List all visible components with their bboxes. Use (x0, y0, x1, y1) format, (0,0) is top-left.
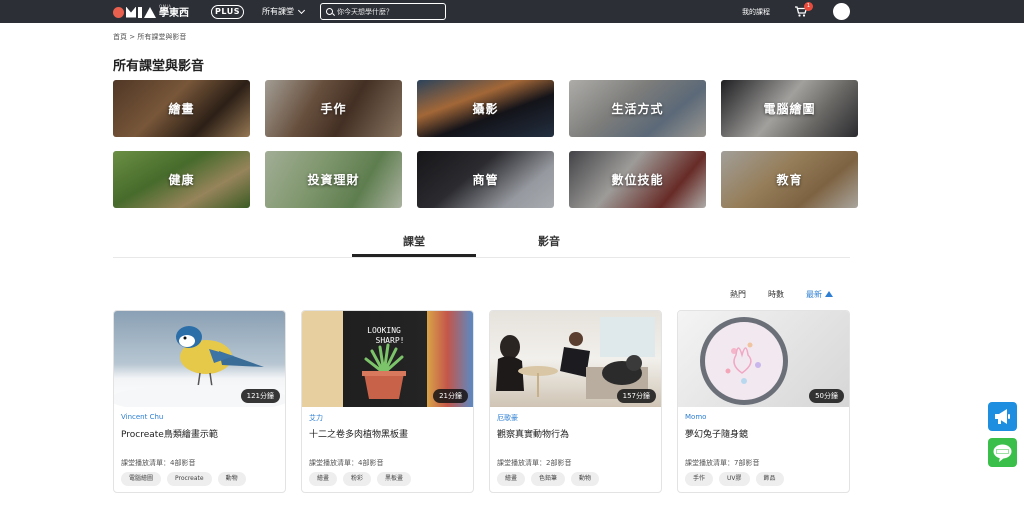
teacher-name[interactable]: 厄歌豪 (497, 413, 518, 423)
cart-count-badge: 1 (804, 2, 813, 11)
category-label: 攝影 (472, 102, 499, 116)
logo-text: OMIA 學東西 (159, 5, 189, 19)
category-digital-art[interactable]: 電腦繪圖 (721, 80, 858, 137)
logo-mark-a (144, 6, 156, 18)
tag[interactable]: UV膠 (719, 472, 750, 486)
logo-mark-o (113, 6, 124, 18)
teacher-name[interactable]: Momo (685, 413, 706, 421)
category-label: 手作 (320, 102, 347, 116)
tag[interactable]: 動物 (571, 472, 600, 486)
sort-ascending-icon[interactable] (825, 291, 833, 297)
category-label: 電腦繪圖 (763, 102, 816, 116)
tab-divider (113, 257, 850, 258)
tab-classes[interactable]: 課堂 (352, 233, 476, 249)
search-input[interactable] (337, 7, 442, 16)
course-thumbnail-chalkboard[interactable]: LOOKING SHARP! 21分鐘 (302, 311, 473, 407)
duration-badge: 121分鐘 (240, 389, 280, 403)
search-icon (326, 8, 333, 15)
line-chat-button[interactable] (988, 438, 1017, 467)
tag[interactable]: Procreate (167, 472, 212, 486)
course-card[interactable]: LOOKING SHARP! 21分鐘 艾力 十二之卷多肉植物黑板畫 課堂播放清… (301, 310, 474, 493)
tab-videos[interactable]: 影音 (487, 233, 611, 249)
category-label: 健康 (168, 173, 195, 187)
category-health[interactable]: 健康 (113, 151, 250, 208)
breadcrumb[interactable]: 首頁 > 所有課堂與影音 (113, 32, 186, 42)
course-title[interactable]: Procreate鳥類繪畫示範 (121, 427, 281, 440)
category-label: 數位技能 (611, 173, 664, 187)
course-thumbnail-mirror[interactable]: 50分鐘 (678, 311, 849, 407)
tag[interactable]: 粉彩 (343, 472, 372, 486)
teacher-name[interactable]: 艾力 (309, 413, 323, 423)
sort-duration[interactable]: 時數 (768, 289, 784, 300)
tag-list: 繪畫 色鉛筆 動物 (497, 472, 600, 486)
teacher-name[interactable]: Vincent Chu (121, 413, 163, 421)
course-title[interactable]: 觀察真實動物行為 (497, 427, 657, 440)
playlist-count: 課堂播放清單：4部影音 (309, 459, 384, 467)
tag[interactable]: 色鉛筆 (531, 472, 566, 486)
tag[interactable]: 手作 (685, 472, 714, 486)
logo-cn-text: 學東西 (159, 8, 189, 19)
category-investing[interactable]: 投資理財 (265, 151, 402, 208)
top-navigation: OMIA 學東西 PLUS 所有課堂 我的課程 1 (0, 0, 1024, 23)
tag[interactable]: 繪畫 (309, 472, 338, 486)
course-card[interactable]: 121分鐘 Vincent Chu Procreate鳥類繪畫示範 課堂播放清單… (113, 310, 286, 493)
svg-text:SHARP!: SHARP! (376, 336, 405, 345)
sort-popular[interactable]: 熱門 (730, 289, 746, 300)
avatar[interactable] (833, 3, 850, 20)
category-label: 教育 (776, 173, 803, 187)
my-courses-link[interactable]: 我的課程 (742, 7, 770, 17)
chevron-down-icon (297, 6, 306, 14)
playlist-count: 課堂播放清單：2部影音 (497, 459, 572, 467)
svg-text:LOOKING: LOOKING (367, 326, 401, 335)
category-education[interactable]: 教育 (721, 151, 858, 208)
category-label: 繪畫 (168, 102, 195, 116)
category-digital-skills[interactable]: 數位技能 (569, 151, 706, 208)
category-business[interactable]: 商管 (417, 151, 554, 208)
playlist-count: 課堂播放清單：7部影音 (685, 459, 760, 467)
all-courses-label: 所有課堂 (262, 7, 294, 16)
announcement-button[interactable] (988, 402, 1017, 431)
tag[interactable]: 黑板畫 (377, 472, 412, 486)
category-label: 投資理財 (307, 173, 360, 187)
sort-newest[interactable]: 最新 (806, 289, 822, 300)
course-thumbnail-bird[interactable]: 121分鐘 (114, 311, 285, 407)
logo-mark-m (126, 6, 136, 18)
plus-button[interactable]: PLUS (211, 5, 244, 19)
tag[interactable]: 繪畫 (497, 472, 526, 486)
category-painting[interactable]: 繪畫 (113, 80, 250, 137)
all-courses-dropdown[interactable]: 所有課堂 (262, 6, 306, 17)
duration-badge: 50分鐘 (809, 389, 844, 403)
category-label: 商管 (472, 173, 499, 187)
duration-badge: 157分鐘 (616, 389, 656, 403)
tag[interactable]: 飾品 (755, 472, 784, 486)
line-icon (993, 444, 1012, 462)
megaphone-icon (995, 409, 1010, 424)
site-logo[interactable]: OMIA 學東西 (113, 4, 189, 20)
tag[interactable]: 電腦繪圖 (121, 472, 162, 486)
logo-mark-i (138, 6, 142, 18)
category-lifestyle[interactable]: 生活方式 (569, 80, 706, 137)
course-title[interactable]: 夢幻兔子隨身鏡 (685, 427, 845, 440)
playlist-count: 課堂播放清單：4部影音 (121, 459, 196, 467)
tag-list: 手作 UV膠 飾品 (685, 472, 784, 486)
page-title: 所有課堂與影音 (113, 59, 205, 74)
course-title[interactable]: 十二之卷多肉植物黑板畫 (309, 427, 469, 440)
tag-list: 電腦繪圖 Procreate 動物 (121, 472, 246, 486)
course-card[interactable]: 50分鐘 Momo 夢幻兔子隨身鏡 課堂播放清單：7部影音 手作 UV膠 飾品 (677, 310, 850, 493)
category-label: 生活方式 (611, 102, 664, 116)
course-thumbnail-dog[interactable]: 157分鐘 (490, 311, 661, 407)
tag[interactable]: 動物 (217, 472, 246, 486)
category-handmade[interactable]: 手作 (265, 80, 402, 137)
tag-list: 繪畫 粉彩 黑板畫 (309, 472, 412, 486)
category-photography[interactable]: 攝影 (417, 80, 554, 137)
duration-badge: 21分鐘 (433, 389, 468, 403)
search-box[interactable] (320, 3, 446, 20)
course-card[interactable]: 157分鐘 厄歌豪 觀察真實動物行為 課堂播放清單：2部影音 繪畫 色鉛筆 動物 (489, 310, 662, 493)
